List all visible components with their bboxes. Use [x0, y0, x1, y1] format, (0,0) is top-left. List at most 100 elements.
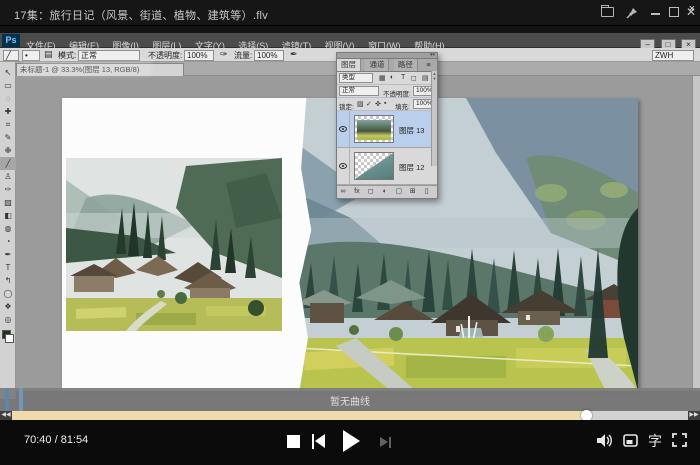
brush-tool-icon[interactable]: ╱ [3, 50, 19, 61]
delete-layer-icon[interactable]: ▯ [421, 186, 433, 198]
layer-name[interactable]: 图层 13 [399, 125, 424, 136]
layers-scrollbar[interactable]: ▲▼ [431, 71, 437, 166]
tool-blur[interactable]: ◍ [0, 222, 16, 235]
maximize-icon[interactable] [669, 7, 679, 17]
tool-history-brush[interactable]: ✑ [0, 183, 16, 196]
layer-row-12[interactable]: 图层 12 [337, 148, 437, 185]
window-titlebar: 17集：旅行日记（风景、街道、植物、建筑等）.flv ✕ [0, 0, 700, 26]
notification-close-icon[interactable]: × [689, 3, 695, 15]
fill-label: 填充: [395, 101, 410, 111]
tab-layers[interactable]: 图层 [337, 59, 361, 71]
filter-adjustment-icon[interactable]: ◐ [390, 74, 394, 81]
visibility-cell [337, 148, 350, 185]
tool-crop[interactable]: ⌗ [0, 118, 16, 131]
subtitle-icon[interactable]: 字 [648, 431, 662, 451]
panel-menu-icon[interactable]: ≡ [422, 59, 434, 71]
flow-label: 流量: [234, 50, 252, 61]
video-progress-bar[interactable]: ◀◀ ▶▶ [0, 411, 700, 420]
notification-message: 暂无曲线 [0, 393, 700, 408]
tool-healing[interactable]: ✙ [0, 144, 16, 157]
layers-panel: ▾▾ 图层 通道 路径 ≡ 类型 ▦ ◐ T ◻ ▤ 正常 不透明度: 100%… [336, 52, 438, 199]
layer-mask-icon[interactable]: ◻ [365, 186, 377, 198]
layer-name[interactable]: 图层 12 [399, 162, 424, 173]
opacity-label: 不透明度: [148, 50, 182, 61]
tool-type[interactable]: T [0, 261, 16, 274]
previous-button[interactable] [312, 434, 326, 449]
tool-pen[interactable]: ✒ [0, 248, 16, 261]
ui-fragment-right [19, 388, 23, 411]
flow-select[interactable]: 100% [254, 50, 284, 61]
airbrush-icon[interactable]: ✒ [290, 49, 298, 60]
tab-paths[interactable]: 路径 [394, 59, 418, 71]
reference-photo [66, 158, 282, 331]
tool-eyedropper[interactable]: ✎ [0, 131, 16, 144]
layer-thumbnail[interactable] [354, 152, 394, 180]
tool-brush[interactable]: ╱ [0, 157, 16, 170]
lock-position-icon[interactable]: ✜ [375, 100, 381, 108]
toggle-brush-panel-icon[interactable]: ▤ [44, 49, 53, 60]
new-layer-icon[interactable]: ⊞ [407, 186, 419, 198]
background-color-swatch[interactable] [5, 334, 14, 343]
tool-move[interactable]: ↖ [0, 66, 16, 79]
play-button[interactable] [343, 430, 360, 452]
layers-panel-tabs: 图层 通道 路径 ≡ [336, 59, 438, 71]
tab-channels[interactable]: 通道 [365, 59, 389, 71]
lock-all-icon[interactable]: ▪ [384, 100, 386, 107]
tool-hand[interactable]: ❖ [0, 300, 16, 313]
workspace-select[interactable]: ZWH [652, 50, 694, 61]
filter-shape-icon[interactable]: ◻ [411, 74, 417, 82]
layer-row-13[interactable]: 图层 13 [337, 111, 437, 148]
tool-magic-wand[interactable]: ✚ [0, 105, 16, 118]
lock-transparency-icon[interactable]: ▨ [357, 100, 364, 108]
layers-panel-body: 类型 ▦ ◐ T ◻ ▤ 正常 不透明度: 100% 锁定: ▨ ✓ ✜ ▪ 填… [336, 71, 438, 199]
window-title: 17集：旅行日记（风景、街道、植物、建筑等）.flv [14, 7, 268, 23]
next-button[interactable] [380, 437, 392, 448]
layer-filter-row: 类型 ▦ ◐ T ◻ ▤ [337, 72, 437, 85]
scroll-left-icon[interactable]: ◀◀ [0, 411, 12, 420]
filter-type-select[interactable]: 类型 [339, 73, 373, 83]
progress-played [12, 411, 587, 420]
video-player-window: 17集：旅行日记（风景、街道、植物、建筑等）.flv ✕ Ps 文件(F) 编辑… [0, 0, 700, 465]
tool-dodge[interactable]: ◔ [0, 235, 16, 248]
lock-label: 锁定: [339, 101, 354, 111]
tool-lasso[interactable]: ◌ [0, 92, 16, 105]
eye-icon[interactable] [339, 126, 347, 132]
layer-style-icon[interactable]: fx [351, 186, 363, 198]
tool-clone-stamp[interactable]: ♙ [0, 170, 16, 183]
pin-icon[interactable] [626, 7, 638, 19]
progress-track[interactable] [12, 411, 688, 420]
lock-pixels-icon[interactable]: ✓ [366, 100, 372, 108]
tool-path-select[interactable]: ↰ [0, 274, 16, 287]
layer-blend-mode-select[interactable]: 正常 [339, 86, 379, 96]
blend-row: 正常 不透明度: 100% [337, 85, 437, 98]
snapshot-icon[interactable] [623, 434, 638, 447]
tool-shape[interactable]: ◯ [0, 287, 16, 300]
lock-row: 锁定: ▨ ✓ ✜ ▪ 填充: 100% [337, 98, 437, 111]
layer-group-icon[interactable]: ▢ [393, 186, 405, 198]
tool-gradient[interactable]: ◧ [0, 209, 16, 222]
notification-bar: 暂无曲线 [0, 388, 700, 411]
time-display: 70:40 / 81:54 [24, 434, 88, 446]
filter-pixel-icon[interactable]: ▦ [379, 74, 386, 82]
filter-smart-icon[interactable]: ▤ [422, 74, 429, 82]
filter-type-icon[interactable]: T [401, 74, 405, 81]
open-file-icon[interactable] [601, 7, 614, 17]
adjustment-layer-icon[interactable]: ◐ [379, 186, 391, 198]
minimize-icon[interactable] [651, 13, 660, 15]
tool-eraser[interactable]: ▨ [0, 196, 16, 209]
pressure-opacity-icon[interactable]: ✑ [220, 49, 228, 60]
ps-logo: Ps [2, 34, 20, 47]
eye-icon[interactable] [339, 163, 347, 169]
scroll-right-icon[interactable]: ▶▶ [688, 411, 700, 420]
link-layers-icon[interactable]: ∞ [337, 186, 349, 198]
watermark [22, 60, 152, 76]
layers-panel-header[interactable]: ▾▾ [336, 52, 438, 59]
tool-zoom[interactable]: ◎ [0, 313, 16, 326]
volume-icon[interactable] [596, 433, 614, 448]
vertical-scrollbar[interactable] [692, 76, 700, 391]
opacity-select[interactable]: 100% [184, 50, 214, 61]
fullscreen-icon[interactable] [672, 433, 687, 447]
tool-marquee[interactable]: ▭ [0, 79, 16, 92]
stop-button[interactable] [287, 435, 300, 448]
layer-thumbnail[interactable] [354, 115, 394, 143]
